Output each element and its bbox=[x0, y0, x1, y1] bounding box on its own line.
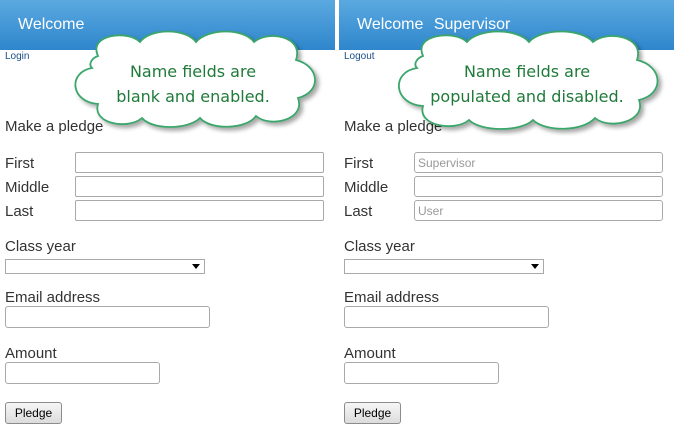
logout-link[interactable]: Logout bbox=[344, 51, 375, 62]
first-name-input bbox=[414, 152, 663, 173]
callout-text-line1: Name fields are bbox=[129, 62, 257, 81]
first-name-label: First bbox=[5, 155, 35, 172]
login-link[interactable]: Login bbox=[5, 51, 29, 62]
amount-label: Amount bbox=[344, 345, 396, 362]
email-label: Email address bbox=[344, 289, 440, 306]
dropdown-arrow-icon bbox=[531, 264, 539, 269]
last-name-label: Last bbox=[5, 203, 34, 220]
middle-name-label: Middle bbox=[5, 179, 50, 196]
middle-name-label: Middle bbox=[344, 179, 389, 196]
callout-text-line2: populated and disabled. bbox=[430, 87, 624, 106]
class-year-select[interactable] bbox=[344, 259, 544, 274]
email-input[interactable] bbox=[5, 306, 210, 328]
last-name-label: Last bbox=[344, 203, 373, 220]
amount-label: Amount bbox=[5, 345, 57, 362]
callout-cloud-left: Name fields are blank and enabled. bbox=[58, 26, 328, 134]
callout-text-line1: Name fields are bbox=[463, 62, 591, 81]
callout-cloud-right: Name fields are populated and disabled. bbox=[381, 26, 673, 136]
class-year-label: Class year bbox=[344, 238, 415, 255]
first-name-input[interactable] bbox=[75, 152, 324, 173]
callout-text-line2: blank and enabled. bbox=[116, 87, 270, 106]
class-year-label: Class year bbox=[5, 238, 76, 255]
middle-name-input bbox=[414, 176, 663, 197]
pledge-button[interactable]: Pledge bbox=[344, 402, 401, 424]
email-label: Email address bbox=[5, 289, 101, 306]
middle-name-input[interactable] bbox=[75, 176, 324, 197]
pledge-button[interactable]: Pledge bbox=[5, 402, 62, 424]
class-year-select[interactable] bbox=[5, 259, 205, 274]
first-name-label: First bbox=[344, 155, 374, 172]
email-input[interactable] bbox=[344, 306, 549, 328]
amount-input[interactable] bbox=[344, 362, 499, 384]
last-name-input[interactable] bbox=[75, 200, 324, 221]
last-name-input bbox=[414, 200, 663, 221]
amount-input[interactable] bbox=[5, 362, 160, 384]
dropdown-arrow-icon bbox=[192, 264, 200, 269]
